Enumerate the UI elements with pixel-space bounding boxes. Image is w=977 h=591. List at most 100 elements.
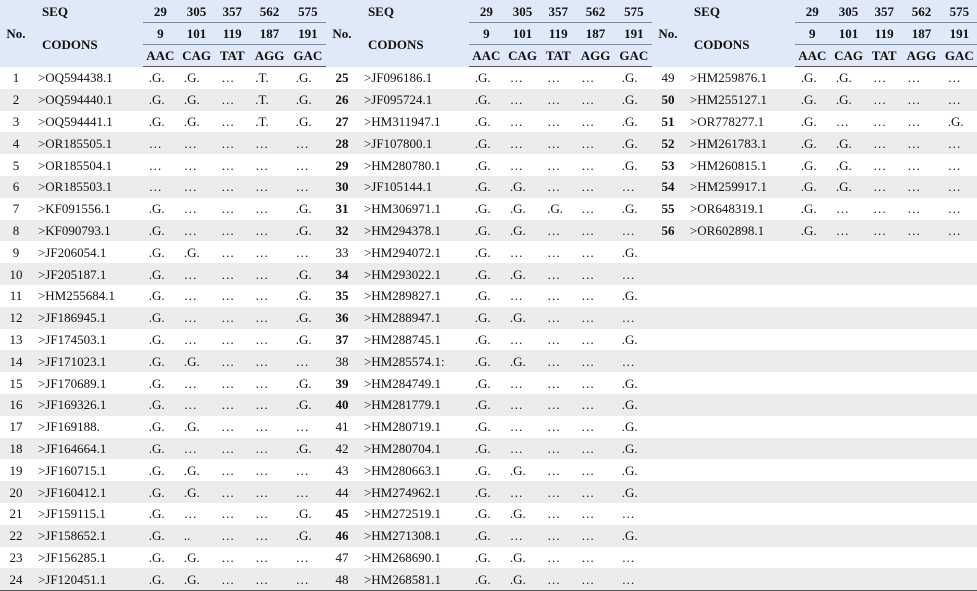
codon-cell: … — [541, 393, 576, 416]
codon-cell: … — [575, 481, 616, 503]
seq-position-header: 29 — [468, 0, 504, 23]
codon-cell: … — [575, 132, 616, 155]
codon-cell: … — [867, 88, 902, 111]
codon-cell: .G. — [800, 113, 817, 129]
codon-cell: … — [289, 175, 326, 198]
accession-cell: >JF171023.1 — [31, 350, 143, 373]
codon-cell: … — [221, 157, 235, 173]
codon-cell — [795, 285, 830, 307]
table-row: 24 >JF120451.1 .G. .G.……… 48 >HM268581.1 .G. .G… — [0, 568, 977, 591]
accession-cell: >JF160412.1 — [31, 481, 143, 503]
codon-cell — [829, 481, 868, 503]
codon-cell: … — [249, 437, 290, 460]
codon-cell: .G. — [794, 88, 830, 111]
row-number — [651, 306, 684, 329]
codon-cell: … — [215, 393, 250, 416]
codon-cell — [901, 393, 942, 416]
codon-cell: .G. — [503, 175, 542, 198]
table-row: 23 >JF156285.1 .G. .G. … … … 47 >HM268690.1 .G. .G… — [0, 547, 977, 569]
codon-cell: .G. — [468, 568, 504, 591]
codon-cell: … — [148, 157, 162, 173]
codon-cell — [867, 481, 902, 503]
codon-cell: … — [503, 88, 542, 111]
codon-cell: … — [221, 70, 235, 86]
accession-cell: >OQ594438.1 — [37, 70, 113, 86]
codon-cell: .G. — [829, 175, 868, 198]
codon-cell: … — [221, 506, 235, 522]
codon-cell: … — [901, 88, 942, 111]
codon-position-header: 187 — [575, 22, 616, 45]
accession-cell: >JF158652.1 — [31, 524, 143, 547]
codon-cell: .G. — [142, 350, 178, 373]
table-header: No. SEQ 29 305 357 562 575 No. SEQ 29 305 357 562 575… — [0, 0, 977, 67]
row-number: 15 — [9, 375, 23, 391]
codon-cell: … — [509, 331, 523, 347]
codon-cell: .G. — [509, 549, 526, 565]
codon-cell: … — [177, 175, 216, 198]
codon-cell: … — [215, 481, 250, 503]
codon-cell — [941, 350, 977, 373]
codon-cell: .G. — [295, 113, 312, 129]
row-number: 4 — [0, 132, 32, 155]
codon-cell: … — [215, 524, 250, 547]
seq-position-header: 575 — [289, 0, 326, 23]
codon-cell — [901, 416, 941, 438]
codon-cell: .G. — [148, 113, 165, 129]
accession-cell: >HM284749.1 — [363, 375, 441, 391]
accession-cell: >HM281779.1 — [357, 393, 469, 416]
codon-cell: … — [873, 157, 887, 173]
codons-header: CODONS — [31, 22, 143, 67]
codon-cell: … — [255, 549, 269, 565]
row-number — [651, 393, 684, 416]
accession-cell: >KF091556.1 — [37, 201, 111, 217]
row-number — [652, 329, 684, 351]
codon-cell: … — [183, 506, 197, 522]
row-number — [651, 481, 684, 503]
accession-cell: >JF120451.1 — [31, 568, 143, 591]
codon-cell: … — [249, 219, 290, 242]
row-number: 28 — [325, 132, 358, 155]
row-number: 2 — [0, 88, 32, 111]
codon-cell: … — [581, 506, 595, 522]
codon-cell: … — [295, 549, 309, 565]
codon-header: GAC — [941, 44, 977, 67]
codon-cell — [830, 416, 867, 438]
codon-cell: … — [221, 549, 235, 565]
row-number: 25 — [335, 70, 349, 86]
row-number — [651, 568, 684, 591]
codon-cell: … — [221, 419, 235, 435]
row-number: 45 — [335, 506, 349, 522]
codon-position-header: 119 — [215, 22, 250, 45]
codon-cell: .G. — [621, 70, 638, 86]
codon-cell: … — [249, 524, 290, 547]
accession-cell: >HM271308.1 — [357, 524, 469, 547]
codon-cell — [901, 503, 941, 525]
codon-cell — [794, 350, 830, 373]
codon-cell: … — [575, 306, 616, 329]
row-number — [652, 416, 684, 438]
codon-cell: .G. — [148, 331, 165, 347]
accession-cell — [684, 329, 795, 351]
codon-cell: … — [547, 70, 561, 86]
codon-cell — [867, 459, 901, 481]
codon-cell: … — [873, 113, 887, 129]
accession-cell: >JF160715.1 — [37, 462, 107, 478]
codon-cell — [795, 416, 830, 438]
codon-cell: … — [509, 419, 523, 435]
codon-cell: … — [547, 375, 561, 391]
codon-cell: .T. — [255, 70, 269, 86]
row-number: 48 — [325, 568, 358, 591]
row-number: 6 — [0, 175, 32, 198]
codon-cell — [867, 306, 902, 329]
codon-cell — [794, 437, 830, 460]
table-row: 9 >JF206054.1 .G. .G. … … … 33 >HM294072.1 .G. … … …… — [0, 241, 977, 263]
row-number — [652, 459, 684, 481]
table-row: 13 >JF174503.1 .G. … … … .G. 37 >HM288745.1 .G. … …… — [0, 329, 977, 351]
codon-position-header: 9 — [794, 22, 830, 45]
codon-cell: .G. — [148, 375, 165, 391]
codon-cell: … — [183, 288, 197, 304]
codon-cell: … — [142, 132, 178, 155]
accession-cell: >OR185505.1 — [31, 132, 143, 155]
table-row: 4 >OR185505.1…………… 28 >JF107800.1 .G.……… .G. 5… — [0, 132, 977, 155]
codon-cell: .G. — [503, 306, 542, 329]
